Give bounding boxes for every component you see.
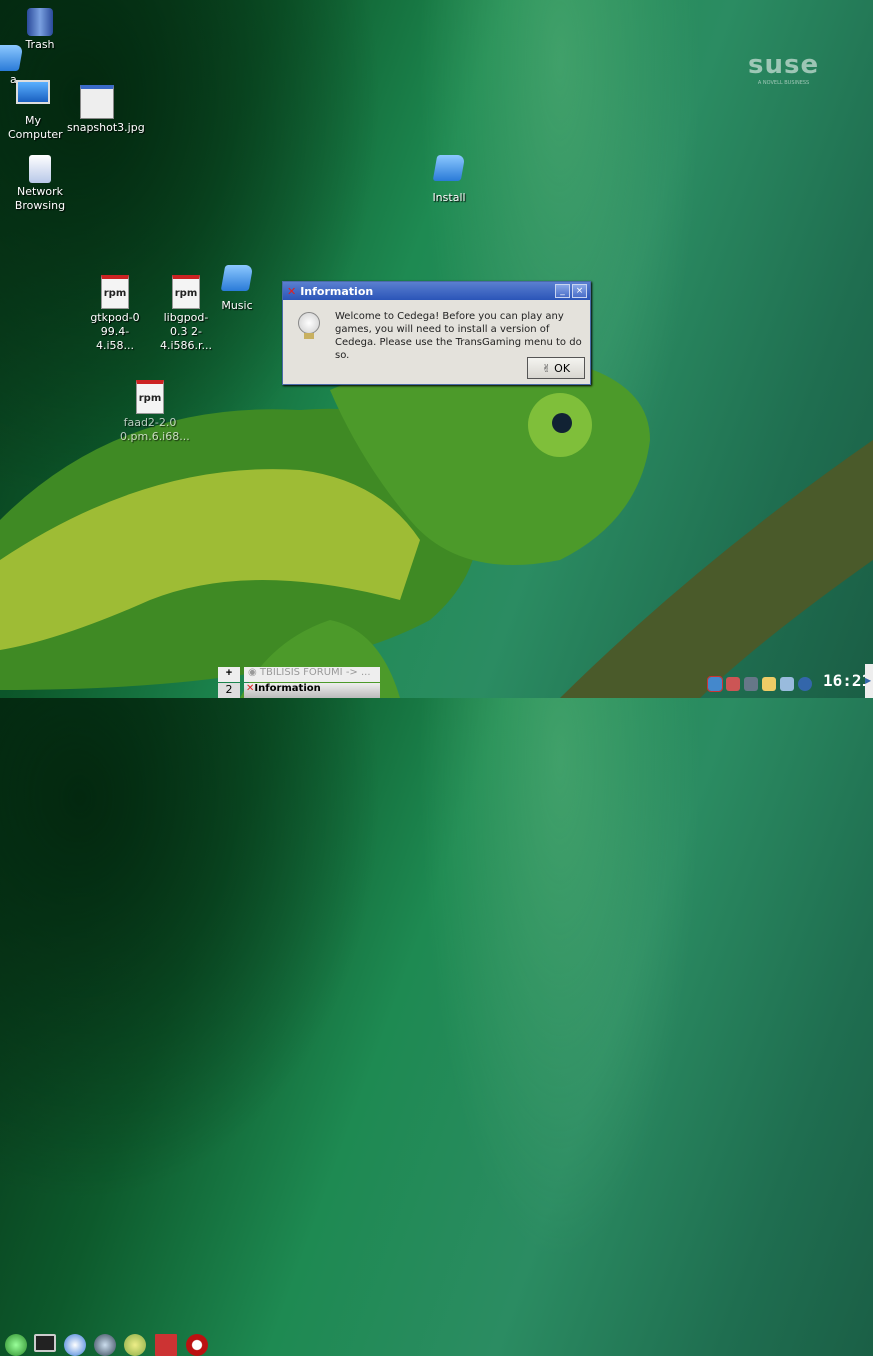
icon-label: snapshot3.jpg xyxy=(67,121,145,134)
volume-icon[interactable] xyxy=(780,676,794,691)
desktop-icon-install[interactable]: Install xyxy=(409,155,489,205)
pager-desktop-2[interactable]: 2 xyxy=(218,683,240,698)
rpm-icon: rpm xyxy=(172,275,200,309)
system-tray xyxy=(707,673,816,692)
icon-label: Install xyxy=(432,191,466,204)
folder-icon xyxy=(432,155,466,181)
icon-label: libgpod-0.3 2-4.i586.r... xyxy=(159,311,213,352)
printer-icon[interactable] xyxy=(744,676,758,691)
cedega-x-icon: ✕ xyxy=(287,284,297,298)
pager-add[interactable]: + xyxy=(218,667,240,682)
image-file-icon xyxy=(80,85,114,119)
ok-label: OK xyxy=(554,361,571,375)
task-information[interactable]: ✕Information xyxy=(244,683,380,698)
folder-icon xyxy=(0,45,24,71)
network-tool-icon[interactable] xyxy=(64,1334,86,1356)
clock[interactable]: 16:21 xyxy=(823,671,871,690)
desktop-icon-music[interactable]: Music xyxy=(197,265,277,313)
desktop-icon-gtkpod[interactable]: rpm gtkpod-0 99.4-4.i58... xyxy=(75,275,155,353)
desktop-icon-snapshot3[interactable]: snapshot3.jpg xyxy=(57,85,145,135)
folder-icon xyxy=(220,265,254,291)
browser-icon[interactable] xyxy=(94,1334,116,1356)
network-status-icon[interactable] xyxy=(707,675,723,692)
icon-label: gtkpod-0 99.4-4.i58... xyxy=(90,311,140,352)
logo-subtitle: A NOVELL BUSINESS xyxy=(757,80,810,86)
task-label: Information xyxy=(254,683,321,694)
ok-button[interactable]: ✌ OK xyxy=(527,357,585,379)
start-menu-icon[interactable] xyxy=(5,1334,27,1356)
keyboard-layout-icon[interactable] xyxy=(726,676,740,691)
information-dialog: ✕ Information _ × Welcome to Cedega! Befo… xyxy=(282,281,591,385)
icon-label: Network Browsing xyxy=(14,185,66,212)
computer-icon xyxy=(16,80,50,104)
trash-icon xyxy=(27,8,53,36)
task-label: TBILISIS FORUMI -> ... xyxy=(259,667,371,678)
desktop-icon-faad2[interactable]: rpm faad2-2.0 0.pm.6.i68... xyxy=(110,380,190,444)
handshake-icon: ✌ xyxy=(541,361,552,375)
update-icon[interactable] xyxy=(798,676,812,691)
panel-arrow[interactable]: ▶ xyxy=(865,664,873,698)
suse-logo: suse A NOVELL BUSINESS xyxy=(748,50,820,86)
close-button[interactable]: × xyxy=(572,284,587,298)
rpm-icon: rpm xyxy=(136,380,164,414)
settings-tool-icon[interactable] xyxy=(124,1334,146,1356)
task-tbilisis-forumi[interactable]: ◉ TBILISIS FORUMI -> ... xyxy=(244,667,380,682)
taskbar: + 2 ◉ TBILISIS FORUMI -> ... ✕Informatio… xyxy=(0,664,873,1356)
dialog-titlebar[interactable]: ✕ Information xyxy=(283,282,590,300)
dialog-message: Welcome to Cedega! Before you can play a… xyxy=(335,311,582,361)
icon-label: My Computer xyxy=(8,114,63,141)
icon-label: Music xyxy=(221,299,253,312)
app-mb-icon[interactable] xyxy=(155,1334,177,1356)
lightbulb-icon xyxy=(298,312,320,334)
network-icon xyxy=(29,155,51,183)
rpm-icon: rpm xyxy=(101,275,129,309)
klipper-icon[interactable] xyxy=(762,676,776,691)
lightbulb-base xyxy=(304,333,314,339)
icon-label: faad2-2.0 0.pm.6.i68... xyxy=(120,416,190,443)
dialog-title: Information xyxy=(300,284,374,298)
terminal-icon[interactable] xyxy=(34,1334,56,1352)
desktop-icon-network-browsing[interactable]: Network Browsing xyxy=(0,155,80,213)
minimize-button[interactable]: _ xyxy=(555,284,570,298)
opera-icon[interactable] xyxy=(186,1334,208,1356)
